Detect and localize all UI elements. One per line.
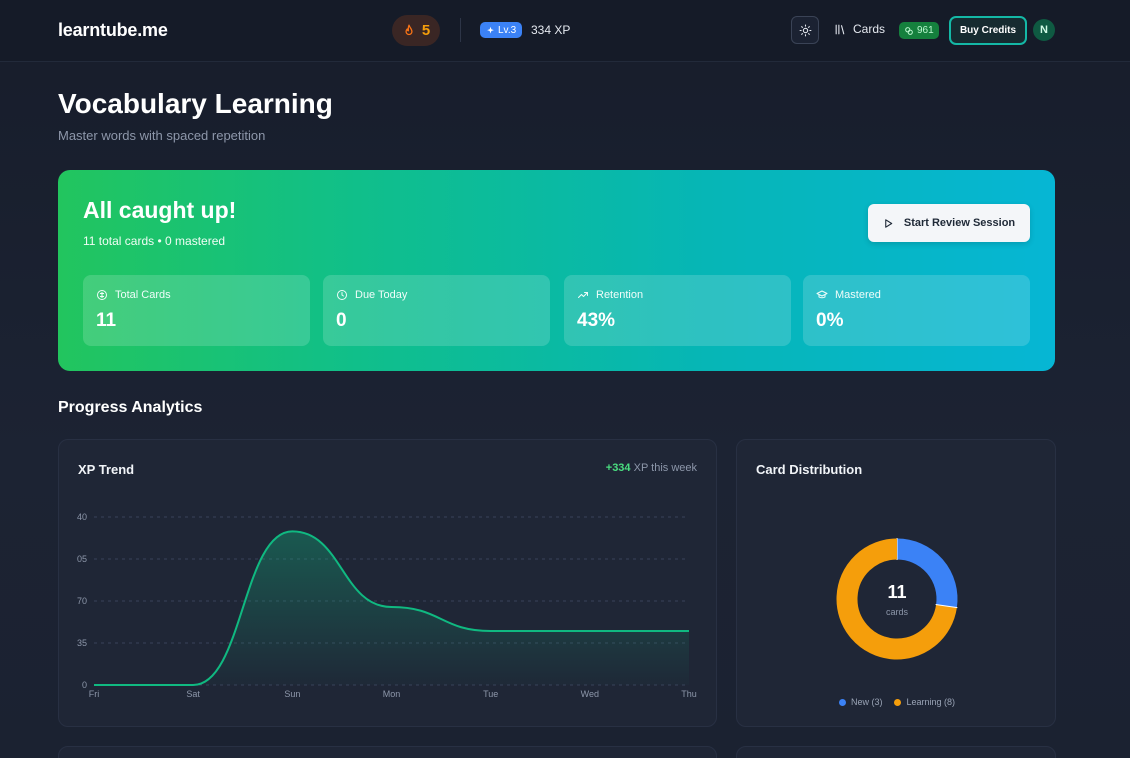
legend-dot bbox=[894, 698, 902, 706]
section-title: Progress Analytics bbox=[58, 399, 203, 416]
stat-value: 0% bbox=[816, 310, 844, 331]
flame-icon bbox=[405, 24, 413, 35]
stat-label: Retention bbox=[596, 289, 644, 301]
stat-label: Due Today bbox=[355, 289, 408, 301]
stat-retention: Retention 43% bbox=[564, 275, 791, 346]
status-summary: 11 total cards • 0 mastered bbox=[83, 234, 226, 248]
buy-credits-button[interactable]: Buy Credits bbox=[949, 16, 1027, 45]
next-panel bbox=[58, 746, 717, 758]
level-badge: Lv.3 bbox=[480, 22, 523, 38]
legend-dot bbox=[838, 698, 846, 706]
graduation-cap-icon bbox=[816, 290, 828, 299]
stat-value: 0 bbox=[336, 310, 347, 331]
xp-total: 334 XP bbox=[531, 23, 571, 37]
x-tick-label: Thu bbox=[681, 689, 697, 699]
sun-icon bbox=[799, 24, 811, 36]
x-tick-label: Mon bbox=[383, 689, 401, 699]
top-bar: learntube.me 5 Lv.3 334 XP Cards 961 Buy… bbox=[0, 0, 1130, 62]
cards-label: Cards bbox=[853, 22, 886, 36]
x-tick-label: Sun bbox=[284, 689, 300, 699]
coins-icon bbox=[905, 26, 913, 35]
page-title: Vocabulary Learning bbox=[58, 88, 333, 119]
y-tick-label: 0 bbox=[82, 680, 87, 690]
clock-icon bbox=[337, 290, 347, 300]
brand-logo[interactable]: learntube.me bbox=[58, 20, 168, 41]
stat-mastered: Mastered 0% bbox=[803, 275, 1030, 346]
xp-trend-panel: XP Trend +334 XP this week 0 35 70 05 40 Fri S… bbox=[58, 439, 717, 727]
legend-item-learning: Learning (8) bbox=[894, 697, 955, 707]
legend-label: Learning (8) bbox=[906, 697, 956, 707]
legend-label: New (3) bbox=[850, 697, 883, 707]
streak-count: 5 bbox=[421, 22, 431, 39]
y-tick-label: 70 bbox=[77, 596, 87, 606]
credits-count: 961 bbox=[917, 25, 934, 36]
level-label: Lv.3 bbox=[498, 24, 517, 36]
y-tick-label: 05 bbox=[77, 554, 87, 564]
start-review-label: Start Review Session bbox=[903, 217, 1016, 229]
xp-area bbox=[94, 531, 689, 685]
card-distribution-panel: Card Distribution 11 cards New (3) Learn… bbox=[736, 439, 1056, 727]
stat-label: Mastered bbox=[835, 289, 881, 301]
total-cards-unit: cards bbox=[885, 607, 908, 617]
status-title: All caught up! bbox=[83, 197, 237, 223]
chart-legend: New (3) Learning (8) bbox=[737, 697, 1057, 707]
x-tick-label: Wed bbox=[581, 689, 599, 699]
x-tick-label: Sat bbox=[186, 689, 200, 699]
stat-label: Total Cards bbox=[115, 289, 171, 301]
next-panel bbox=[736, 746, 1056, 758]
stat-value: 43% bbox=[577, 310, 616, 331]
play-icon bbox=[885, 218, 893, 228]
review-status-card: All caught up! 11 total cards • 0 master… bbox=[58, 170, 1055, 371]
stat-due-today: Due Today 0 bbox=[323, 275, 550, 346]
legend-item-new: New (3) bbox=[838, 697, 883, 707]
page-subtitle: Master words with spaced repetition bbox=[58, 128, 266, 143]
xp-trend-chart: 0 35 70 05 40 Fri Sat Sun Mon Tue Wed Thu bbox=[77, 512, 697, 699]
start-review-button[interactable]: Start Review Session bbox=[868, 204, 1030, 242]
total-cards-count: 11 bbox=[887, 582, 907, 602]
divider bbox=[460, 18, 461, 42]
trending-up-icon bbox=[578, 292, 588, 298]
streak-counter[interactable]: 5 bbox=[392, 15, 440, 46]
x-tick-label: Fri bbox=[89, 689, 100, 699]
x-tick-label: Tue bbox=[483, 689, 498, 699]
library-icon bbox=[835, 24, 845, 34]
sparkle-icon bbox=[487, 26, 494, 33]
y-tick-label: 40 bbox=[77, 512, 87, 522]
stat-total-cards: Total Cards 11 bbox=[83, 275, 310, 346]
stat-value: 11 bbox=[96, 310, 117, 331]
avatar[interactable]: N bbox=[1033, 19, 1055, 41]
brain-icon bbox=[97, 290, 107, 300]
y-tick-label: 35 bbox=[77, 638, 87, 648]
theme-toggle-button[interactable] bbox=[791, 16, 819, 44]
credits-badge: 961 bbox=[899, 22, 939, 39]
cards-nav-link[interactable]: Cards bbox=[834, 22, 885, 36]
